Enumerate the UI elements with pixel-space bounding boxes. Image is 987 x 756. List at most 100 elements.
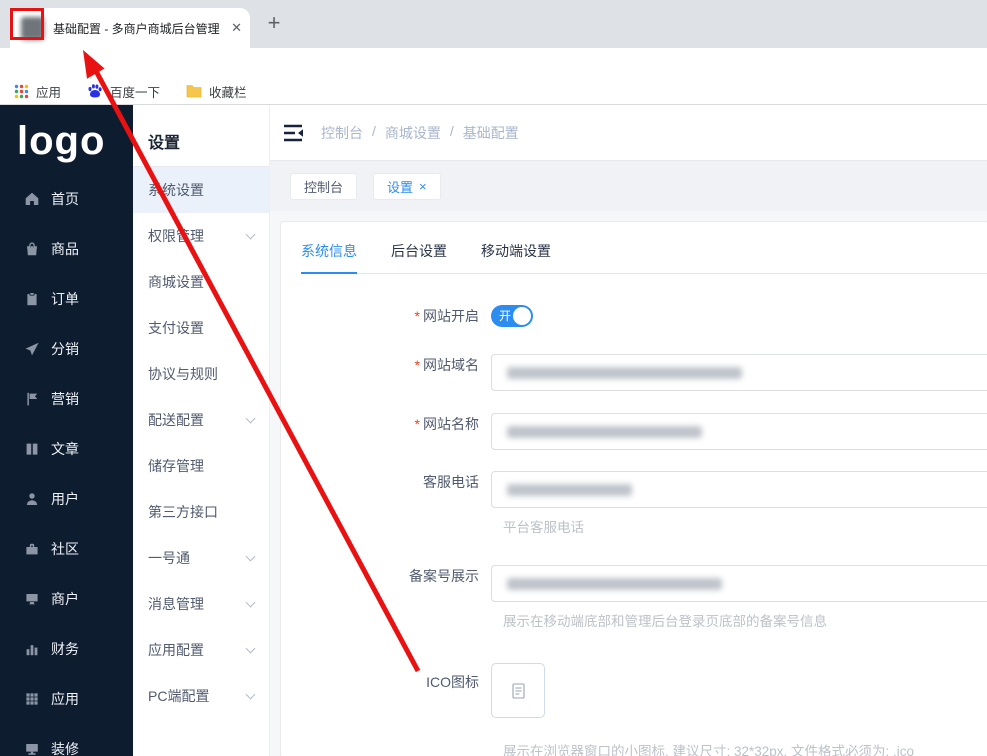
tab-mobile-settings[interactable]: 移动端设置 (481, 241, 551, 273)
submenu-item-third-party[interactable]: 第三方接口 (133, 489, 269, 535)
toggle-knob (513, 307, 531, 325)
main-sidebar: logo 首页 商品 订单 分销 营销 文章 用户 社区 商户 财务 应用 装修 (0, 105, 133, 756)
tab-close-icon[interactable]: ✕ (231, 20, 242, 36)
sidebar-item-orders[interactable]: 订单 (0, 274, 133, 324)
site-domain-input[interactable] (491, 354, 987, 391)
ico-upload-box[interactable] (491, 663, 545, 718)
form-row-ico: ICO图标 (281, 663, 987, 718)
field-label: ICO图标 (426, 674, 479, 690)
field-label: * 网站名称 (414, 416, 479, 432)
bookmark-label: 收藏栏 (209, 85, 247, 100)
main-content: 控制台 / 商城设置 / 基础配置 控制台 设置 × 系统信息 后台设置 移动端… (270, 105, 987, 756)
decorate-icon (26, 744, 38, 755)
article-icon (26, 443, 38, 455)
field-label: * 网站域名 (414, 357, 479, 373)
chevron-down-icon (245, 643, 256, 654)
breadcrumb-item[interactable]: 控制台 (321, 123, 363, 143)
order-icon (27, 292, 37, 306)
sidebar-item-marketing[interactable]: 营销 (0, 374, 133, 424)
breadcrumb-separator: / (449, 122, 454, 139)
bookmark-label: 百度一下 (110, 85, 161, 100)
form-row-icp-number: 备案号展示 (281, 565, 987, 602)
sidebar-item-distribution[interactable]: 分销 (0, 324, 133, 374)
chevron-down-icon (245, 413, 256, 424)
submenu-item-app-config[interactable]: 应用配置 (133, 627, 269, 673)
browser-tab-title: 基础配置 - 多商户商城后台管理 (53, 21, 220, 36)
page-tag-bar: 控制台 设置 × (270, 160, 987, 211)
bag-icon (27, 242, 37, 256)
redacted-value (507, 484, 632, 496)
bookmark-baidu[interactable]: 百度一下 (87, 82, 160, 101)
browser-tab[interactable]: 基础配置 - 多商户商城后台管理 ✕ (10, 8, 250, 48)
bookmark-label: 应用 (36, 85, 62, 100)
field-hint: 展示在浏览器窗口的小图标, 建议尺寸: 32*32px, 文件格式必须为: .i… (503, 744, 915, 756)
apps-grid-icon (14, 84, 29, 98)
submenu-item-payment[interactable]: 支付设置 (133, 305, 269, 351)
form-row-site-domain: * 网站域名 (281, 354, 987, 391)
folder-icon (186, 85, 202, 98)
sidebar-item-articles[interactable]: 文章 (0, 424, 133, 474)
content-header: 控制台 / 商城设置 / 基础配置 (270, 105, 987, 160)
baidu-icon (88, 84, 102, 98)
redacted-value (507, 367, 742, 379)
breadcrumb-item[interactable]: 基础配置 (463, 123, 519, 143)
breadcrumb: 控制台 / 商城设置 / 基础配置 (321, 123, 519, 143)
submenu-item-permissions[interactable]: 权限管理 (133, 213, 269, 259)
submenu-item-pc-config[interactable]: PC端配置 (133, 673, 269, 719)
sidebar-item-community[interactable]: 社区 (0, 524, 133, 574)
breadcrumb-item[interactable]: 商城设置 (385, 123, 441, 143)
submenu-item-yihaotong[interactable]: 一号通 (133, 535, 269, 581)
new-tab-button[interactable]: + (260, 10, 288, 38)
bookmark-apps[interactable]: 应用 (14, 82, 61, 101)
chevron-down-icon (245, 597, 256, 608)
submenu-item-mall-settings[interactable]: 商城设置 (133, 259, 269, 305)
collapse-sidebar-icon[interactable] (283, 124, 304, 142)
tag-close-icon[interactable]: × (419, 179, 427, 194)
breadcrumb-separator: / (372, 122, 376, 139)
field-label: * 网站开启 (414, 308, 479, 324)
sidebar-item-finance[interactable]: 财务 (0, 624, 133, 674)
sidebar-item-home[interactable]: 首页 (0, 174, 133, 224)
submenu-item-agreements[interactable]: 协议与规则 (133, 351, 269, 397)
chevron-down-icon (245, 551, 256, 562)
submenu-title: 设置 (148, 135, 181, 152)
sidebar-item-users[interactable]: 用户 (0, 474, 133, 524)
user-icon (26, 493, 38, 505)
finance-icon (26, 645, 38, 656)
tag-settings[interactable]: 设置 × (373, 172, 441, 200)
service-phone-input[interactable] (491, 471, 987, 508)
logo[interactable]: logo (0, 105, 133, 174)
sidebar-item-merchants[interactable]: 商户 (0, 574, 133, 624)
browser-tabstrip: 基础配置 - 多商户商城后台管理 ✕ + (0, 0, 987, 48)
field-label: 客服电话 (423, 474, 479, 490)
submenu-item-system-settings[interactable]: 系统设置 (133, 167, 269, 213)
flag-icon (27, 392, 38, 406)
submenu-item-messages[interactable]: 消息管理 (133, 581, 269, 627)
admin-app: logo 首页 商品 订单 分销 营销 文章 用户 社区 商户 财务 应用 装修… (0, 105, 987, 756)
site-enable-toggle[interactable]: 开 (491, 305, 533, 327)
bookmarks-bar: 应用 百度一下 收藏栏 (0, 78, 987, 105)
site-name-input[interactable] (491, 413, 987, 450)
sidebar-item-goods[interactable]: 商品 (0, 224, 133, 274)
chevron-down-icon (245, 689, 256, 700)
settings-card: 系统信息 后台设置 移动端设置 * 网站开启 开 * 网站域名 * 网站名称 客… (280, 221, 987, 756)
tab-backend-settings[interactable]: 后台设置 (391, 241, 447, 273)
submenu-item-storage[interactable]: 储存管理 (133, 443, 269, 489)
browser-toolbar (0, 48, 987, 124)
field-hint: 展示在移动端底部和管理后台登录页底部的备案号信息 (503, 614, 827, 629)
send-icon (25, 342, 39, 356)
form-row-site-name: * 网站名称 (281, 413, 987, 450)
favicon (21, 16, 44, 40)
icp-number-input[interactable] (491, 565, 987, 602)
sidebar-item-decorate[interactable]: 装修 (0, 724, 133, 756)
tag-console[interactable]: 控制台 (290, 172, 358, 200)
submenu-item-delivery[interactable]: 配送配置 (133, 397, 269, 443)
bookmark-folder[interactable]: 收藏栏 (186, 82, 247, 101)
sidebar-item-apps[interactable]: 应用 (0, 674, 133, 724)
chevron-down-icon (245, 229, 256, 240)
tab-system-info[interactable]: 系统信息 (301, 241, 357, 274)
file-icon (511, 682, 525, 699)
settings-submenu: 设置 系统设置 权限管理 商城设置 支付设置 协议与规则 配送配置 储存管理 第… (133, 105, 270, 756)
field-label: 备案号展示 (409, 568, 479, 584)
redacted-value (507, 426, 702, 438)
